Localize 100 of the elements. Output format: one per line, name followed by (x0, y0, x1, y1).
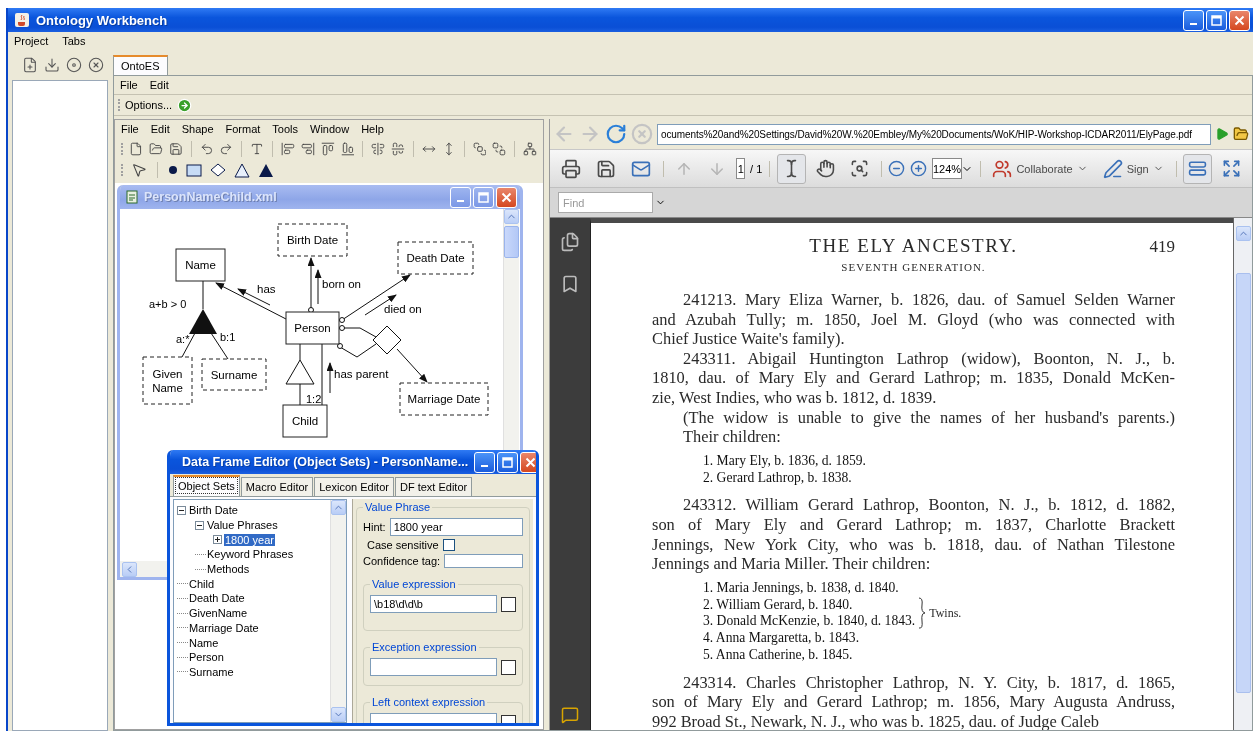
open-folder-icon[interactable] (1233, 126, 1249, 142)
checkbox[interactable] (442, 539, 455, 551)
open-folder-icon[interactable] (148, 141, 163, 157)
zoom-out-icon[interactable] (887, 160, 905, 177)
menu-item[interactable]: Window (310, 123, 350, 135)
diamond-tool-icon[interactable] (210, 163, 226, 177)
expression-field[interactable] (370, 658, 497, 676)
bookmark-icon[interactable] (560, 274, 580, 294)
maximize-button[interactable] (1206, 9, 1227, 31)
filled-triangle-tool-icon[interactable] (258, 162, 274, 178)
minimize-button[interactable] (1183, 9, 1204, 31)
hint-field[interactable]: 1800 year (389, 518, 523, 536)
tree-item[interactable]: Child (188, 577, 216, 590)
collapse-icon[interactable] (177, 505, 186, 515)
tree-item[interactable]: Name (188, 636, 220, 649)
menu-item[interactable]: Tabs (62, 34, 86, 47)
menu-item[interactable]: Help (361, 123, 384, 135)
download-icon[interactable] (44, 57, 60, 73)
tree-item[interactable]: Surname (188, 665, 235, 678)
undo-icon[interactable] (199, 141, 214, 157)
tree-item[interactable]: 1800 year (224, 533, 275, 546)
close-icon[interactable] (88, 57, 104, 73)
minimize-button[interactable] (450, 186, 471, 208)
maximize-button[interactable] (473, 186, 494, 208)
sign-button[interactable]: Sign (1097, 153, 1169, 184)
menu-item[interactable]: Format (225, 123, 261, 135)
tab[interactable]: Lexicon Editor (314, 477, 394, 496)
close-icon (1234, 14, 1245, 26)
window-title: Ontology Workbench (36, 12, 168, 28)
zoom-field[interactable]: 124% (931, 158, 963, 179)
menu-item[interactable]: Tools (272, 123, 299, 135)
align-top-icon[interactable] (320, 141, 335, 157)
go-icon[interactable] (177, 97, 193, 113)
tree-item[interactable]: GivenName (188, 607, 249, 620)
generalization-triangle (285, 359, 315, 385)
close-button[interactable] (496, 186, 517, 208)
scrollbar[interactable] (1233, 218, 1252, 730)
layout-icon[interactable] (523, 141, 537, 157)
expand-icon[interactable] (213, 535, 222, 545)
text-select-tool[interactable] (776, 153, 806, 184)
pages-icon[interactable] (560, 232, 580, 252)
zoom-in-icon[interactable] (909, 160, 927, 177)
menu-item[interactable]: Edit (150, 123, 170, 135)
align-right-icon[interactable] (300, 141, 315, 157)
menu-item[interactable]: Project (14, 34, 49, 47)
redo-icon[interactable] (219, 141, 234, 157)
tab[interactable]: DF text Editor (394, 477, 473, 496)
save-icon[interactable] (168, 141, 183, 157)
find-field[interactable]: Find (558, 192, 653, 213)
send-back-icon[interactable] (492, 141, 507, 157)
menu-item[interactable]: File (121, 123, 139, 135)
scroll-thumb[interactable] (1235, 273, 1251, 693)
close-button[interactable] (1229, 9, 1250, 31)
go-icon[interactable] (1215, 127, 1229, 141)
confidence-field[interactable] (444, 554, 523, 568)
tree-item[interactable]: Methods (206, 563, 251, 576)
tree-item[interactable]: Person (188, 651, 225, 664)
options-button[interactable]: Options... (125, 99, 173, 111)
address-field[interactable]: ocuments%20and%20Settings/David%20W.%20Embley/My%20Documents/WoK/HIP-Workshop-ICDAR2011/ElyPage.pdf (657, 123, 1211, 145)
align-left-icon[interactable] (280, 141, 295, 157)
scroll-thumb[interactable] (504, 226, 519, 258)
field-label: Case sensitive (367, 539, 439, 551)
save-icon (596, 158, 616, 179)
menu-item[interactable]: Shape (181, 123, 214, 135)
tree-item[interactable]: Marriage Date (188, 621, 260, 634)
collapse-icon[interactable] (195, 520, 204, 530)
rectangle-tool-icon[interactable] (186, 163, 202, 177)
close-button[interactable] (520, 451, 536, 473)
tab[interactable]: Macro Editor (240, 477, 314, 496)
menu-item[interactable]: Edit (149, 79, 169, 91)
text-icon[interactable] (250, 141, 264, 157)
center-vertical-icon[interactable] (371, 141, 386, 157)
pointer-icon[interactable] (131, 162, 147, 178)
option-box[interactable] (501, 659, 516, 675)
collaborate-button[interactable]: Collaborate (987, 153, 1093, 184)
align-bottom-icon[interactable] (340, 141, 355, 157)
tree-item[interactable]: Birth Date (188, 504, 239, 517)
fit-width-button[interactable] (1183, 153, 1212, 184)
tab[interactable]: OntoES (113, 55, 168, 75)
tree-item[interactable]: Value Phrases (206, 519, 279, 532)
comment-icon[interactable] (561, 706, 579, 724)
new-file-icon[interactable] (129, 141, 143, 157)
disc-icon[interactable] (66, 57, 82, 73)
project-list[interactable] (12, 80, 108, 731)
window-title: PersonNameChild.xml (144, 190, 277, 204)
center-horizontal-icon[interactable] (391, 141, 405, 157)
option-box[interactable] (501, 596, 516, 612)
minimize-button[interactable] (474, 451, 496, 473)
maximize-button[interactable] (497, 451, 519, 473)
bring-front-icon[interactable] (472, 141, 487, 157)
tree-item[interactable]: Keyword Phrases (206, 548, 295, 561)
new-file-icon[interactable] (22, 57, 38, 73)
triangle-tool-icon[interactable] (234, 162, 250, 178)
expression-field[interactable]: \b18\d\d\b (370, 595, 497, 613)
page-field[interactable]: 1 (736, 158, 746, 179)
dot-tool-icon[interactable] (168, 165, 178, 175)
tree-item[interactable]: Death Date (188, 592, 246, 605)
refresh-icon[interactable] (605, 123, 627, 145)
tab[interactable]: Object Sets (173, 475, 240, 496)
menu-item[interactable]: File (120, 79, 138, 91)
